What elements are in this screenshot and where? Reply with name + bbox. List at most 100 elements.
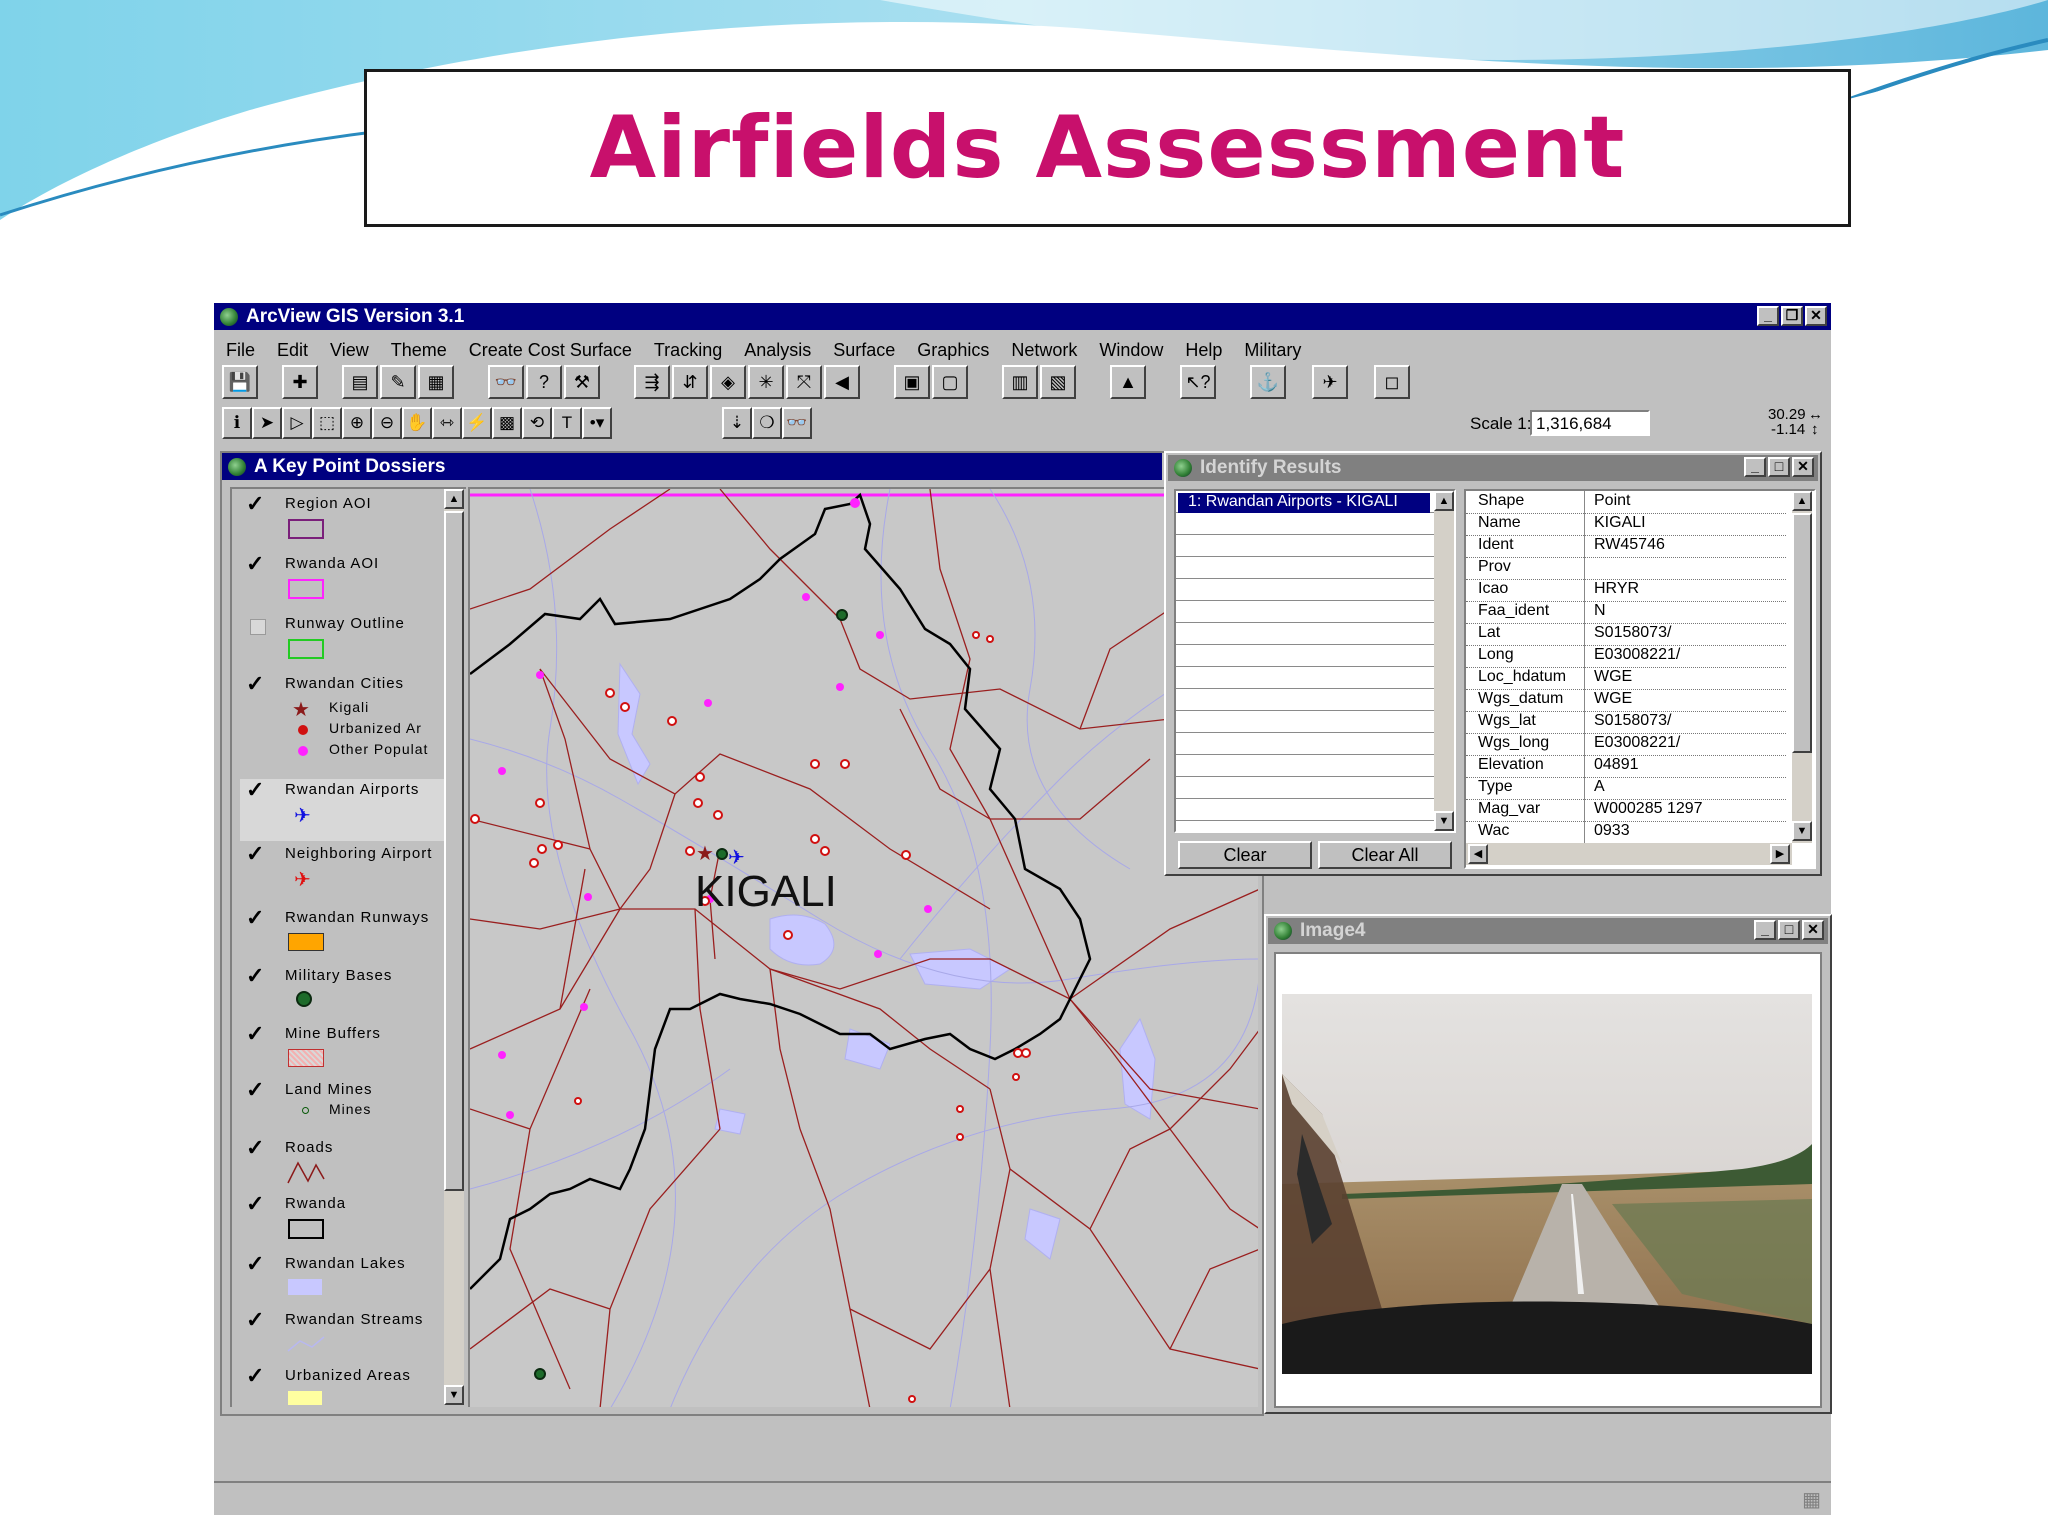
- legend-rwandan-cities[interactable]: ✓ Rwandan Cities ★ Kigali Urbanized Ar O…: [240, 673, 444, 777]
- legend-rwandan-lakes[interactable]: ✓ Rwandan Lakes: [240, 1253, 444, 1311]
- zoom-to-full-button[interactable]: ✳: [748, 365, 784, 399]
- menu-theme[interactable]: Theme: [391, 340, 447, 361]
- visibility-checkbox[interactable]: ✓: [246, 1365, 266, 1387]
- legend-rwandan-streams[interactable]: ✓ Rwandan Streams: [240, 1309, 444, 1367]
- zoom-to-active-button[interactable]: ⤧: [786, 365, 822, 399]
- menu-tracking[interactable]: Tracking: [654, 340, 722, 361]
- scroll-left-button[interactable]: ◀: [1468, 844, 1488, 864]
- maximize-button[interactable]: □: [1778, 920, 1800, 940]
- zoom-out-tool[interactable]: ⊖: [372, 407, 402, 439]
- visibility-checkbox[interactable]: ✓: [246, 493, 266, 515]
- scroll-down-button[interactable]: ▼: [1434, 811, 1454, 831]
- visibility-checkbox[interactable]: ✓: [246, 1079, 266, 1101]
- find-tool[interactable]: 👓: [782, 407, 812, 439]
- scroll-thumb[interactable]: [444, 511, 464, 1191]
- visibility-checkbox[interactable]: ✓: [246, 1023, 266, 1045]
- attribute-scrollbar-horizontal[interactable]: ◀ ▶: [1466, 843, 1792, 865]
- locate-button[interactable]: ?: [526, 365, 562, 399]
- view-titlebar[interactable]: A Key Point Dossiers: [222, 453, 1162, 480]
- menu-surface[interactable]: Surface: [833, 340, 895, 361]
- kigali-airport-icon[interactable]: ✈: [728, 845, 745, 869]
- legend-mine-buffers[interactable]: ✓ Mine Buffers: [240, 1023, 444, 1081]
- menu-network[interactable]: Network: [1011, 340, 1077, 361]
- edit-legend-button[interactable]: ✎: [380, 365, 416, 399]
- label-tool[interactable]: ⟲: [522, 407, 552, 439]
- hotlink-tool[interactable]: ⚡: [462, 407, 492, 439]
- anchor-button[interactable]: ⚓: [1250, 365, 1286, 399]
- visibility-checkbox[interactable]: ✓: [246, 1137, 266, 1159]
- overview-button[interactable]: ▢: [932, 365, 968, 399]
- visibility-checkbox[interactable]: ✓: [246, 1253, 266, 1275]
- vertex-edit-tool[interactable]: ▷: [282, 407, 312, 439]
- scroll-down-button[interactable]: ▼: [444, 1385, 464, 1405]
- terrain-button[interactable]: ▲: [1110, 365, 1146, 399]
- minimize-button[interactable]: _: [1744, 457, 1766, 477]
- frame-button[interactable]: ◻: [1374, 365, 1410, 399]
- legend-urbanized-areas[interactable]: ✓ Urbanized Areas: [240, 1365, 444, 1407]
- legend-runway-outline[interactable]: Runway Outline: [240, 613, 444, 673]
- visibility-checkbox[interactable]: [250, 619, 266, 635]
- pointer-tool[interactable]: ➤: [252, 407, 282, 439]
- find-button[interactable]: 👓: [488, 365, 524, 399]
- select-features-button[interactable]: ⇶: [634, 365, 670, 399]
- scale-input[interactable]: 1,316,684: [1530, 410, 1650, 436]
- legend-region-aoi[interactable]: ✓ Region AOI: [240, 493, 444, 553]
- layout-button[interactable]: ▧: [1040, 365, 1076, 399]
- menu-file[interactable]: File: [226, 340, 255, 361]
- close-button[interactable]: ✕: [1805, 306, 1827, 326]
- help-button[interactable]: ↖?: [1180, 365, 1216, 399]
- resize-grip-icon[interactable]: ▦: [1802, 1487, 1821, 1512]
- result-list-item[interactable]: 1: Rwandan Airports - KIGALI: [1178, 493, 1430, 513]
- visibility-checkbox[interactable]: ✓: [246, 673, 266, 695]
- identify-titlebar[interactable]: Identify Results _ □ ✕: [1168, 455, 1818, 481]
- switch-selection-button[interactable]: ⇵: [672, 365, 708, 399]
- scroll-down-button[interactable]: ▼: [1792, 821, 1812, 841]
- select-feature-tool[interactable]: ⬚: [312, 407, 342, 439]
- scroll-thumb[interactable]: [1792, 513, 1812, 753]
- chart-button[interactable]: ▥: [1002, 365, 1038, 399]
- attribute-scrollbar-vertical[interactable]: ▲ ▼: [1792, 491, 1812, 843]
- attribute-table[interactable]: Shape Point Name KIGALI Ident RW45746 Prov …: [1464, 489, 1816, 869]
- scroll-up-button[interactable]: ▲: [444, 489, 464, 509]
- clear-button[interactable]: Clear: [1178, 841, 1312, 869]
- minimize-button[interactable]: _: [1757, 306, 1779, 326]
- query-builder-button[interactable]: ⚒: [564, 365, 600, 399]
- map-canvas[interactable]: ★ ✈ KIGALI: [468, 487, 1258, 1407]
- legend-rwandan-runways[interactable]: ✓ Rwandan Runways: [240, 907, 444, 965]
- identify-tool[interactable]: ℹ: [222, 407, 252, 439]
- theme-properties-button[interactable]: ▤: [342, 365, 378, 399]
- visibility-checkbox[interactable]: ✓: [246, 843, 266, 865]
- legend-neighboring-airport[interactable]: ✓ Neighboring Airport ✈: [240, 843, 444, 905]
- snap-tool[interactable]: ⇣: [722, 407, 752, 439]
- image-titlebar[interactable]: Image4 _ □ ✕: [1268, 918, 1828, 944]
- visibility-checkbox[interactable]: ✓: [246, 965, 266, 987]
- menu-view[interactable]: View: [330, 340, 369, 361]
- visibility-checkbox[interactable]: ✓: [246, 553, 266, 575]
- menu-edit[interactable]: Edit: [277, 340, 308, 361]
- identify-result-list[interactable]: 1: Rwandan Airports - KIGALI ▲ ▼: [1174, 489, 1456, 833]
- text-tool[interactable]: T: [552, 407, 582, 439]
- save-project-button[interactable]: 💾: [222, 365, 258, 399]
- menu-graphics[interactable]: Graphics: [917, 340, 989, 361]
- visibility-checkbox[interactable]: ✓: [246, 779, 266, 801]
- close-button[interactable]: ✕: [1802, 920, 1824, 940]
- restore-button[interactable]: ❐: [1781, 306, 1803, 326]
- menu-window[interactable]: Window: [1099, 340, 1163, 361]
- legend-rwandan-airports[interactable]: ✓ Rwandan Airports ✈: [240, 779, 444, 841]
- maximize-button[interactable]: □: [1768, 457, 1790, 477]
- scroll-up-button[interactable]: ▲: [1792, 491, 1812, 511]
- visibility-checkbox[interactable]: ✓: [246, 1309, 266, 1331]
- clear-selection-button[interactable]: ◈: [710, 365, 746, 399]
- legend-rwanda[interactable]: ✓ Rwanda: [240, 1193, 444, 1251]
- locate-address-tool[interactable]: ❍: [752, 407, 782, 439]
- draw-point-tool[interactable]: •▾: [582, 407, 612, 439]
- area-of-interest-tool[interactable]: ▩: [492, 407, 522, 439]
- legend-roads[interactable]: ✓ Roads: [240, 1137, 444, 1195]
- result-list-scrollbar[interactable]: ▲ ▼: [1434, 491, 1454, 831]
- measure-tool[interactable]: ⇿: [432, 407, 462, 439]
- menu-help[interactable]: Help: [1185, 340, 1222, 361]
- clear-all-button[interactable]: Clear All: [1318, 841, 1452, 869]
- legend-scrollbar[interactable]: ▲ ▼: [444, 489, 464, 1405]
- close-button[interactable]: ✕: [1792, 457, 1814, 477]
- zoom-previous-button[interactable]: ◀: [824, 365, 860, 399]
